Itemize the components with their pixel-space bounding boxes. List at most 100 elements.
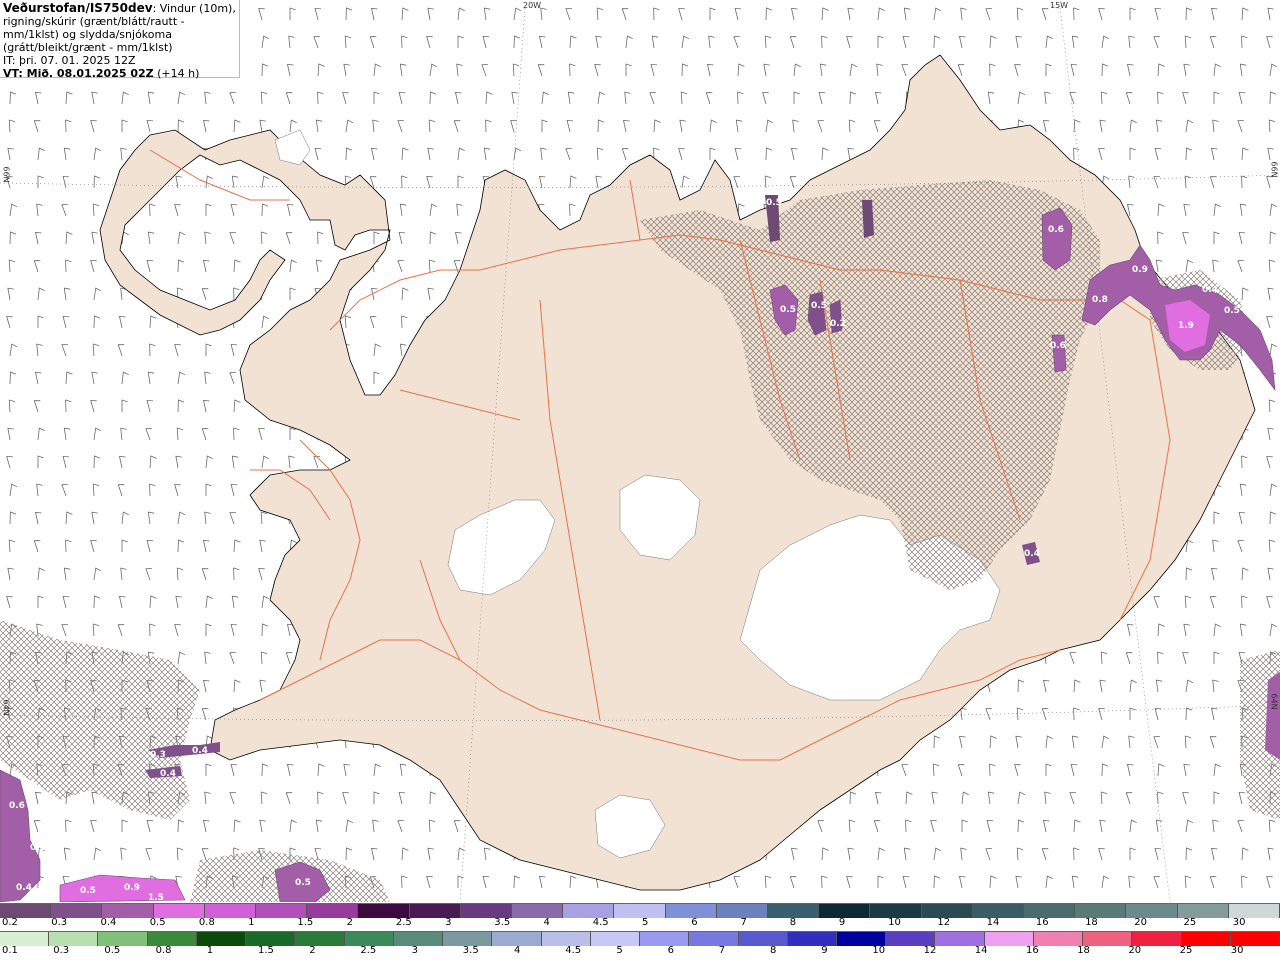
scale-label: 0.4	[100, 917, 117, 928]
precip-blob-north-5	[862, 200, 874, 238]
scale-cell	[1228, 904, 1280, 918]
latitude-label: 66N	[1, 166, 11, 183]
precip-label: 0.5	[1224, 306, 1240, 316]
valid-time-offset: (+14 h)	[153, 67, 200, 80]
scale-cell	[393, 932, 444, 946]
scale-cell	[787, 932, 837, 946]
precip-label: 0.4	[160, 769, 176, 779]
scale-label: 16	[1026, 945, 1039, 956]
scale-cell	[1024, 904, 1076, 918]
latitude-label: 64N	[1269, 693, 1279, 710]
scale-label: 10	[888, 917, 901, 928]
scale-cell	[358, 904, 410, 918]
scale-label: 0.2	[2, 917, 18, 928]
scale-cell	[295, 932, 345, 946]
longitude-label: 20W	[523, 1, 542, 10]
scale-label: 30	[1232, 917, 1246, 928]
scale-cell	[492, 932, 542, 946]
scale-cell	[307, 904, 359, 918]
scale-cell	[1075, 904, 1127, 918]
scale-label: 25	[1183, 917, 1197, 928]
scale-cell	[49, 932, 99, 946]
scale-label: 8	[770, 945, 777, 956]
precip-label: 0.2	[830, 319, 846, 329]
scale-cell	[204, 904, 257, 918]
scale-label: 18	[1085, 917, 1098, 928]
latitude-label: 66N	[1269, 161, 1279, 178]
precip-label: 0.5	[295, 878, 311, 888]
scale-cell	[665, 904, 717, 918]
issue-time: IT: þri. 07. 01. 2025 12Z	[3, 54, 136, 67]
precip-label: 0.5	[80, 886, 96, 896]
scale-label: 6	[667, 945, 674, 956]
scale-cell	[1177, 904, 1229, 918]
scale-label: 5	[616, 945, 623, 956]
scale-cell	[102, 904, 154, 918]
scale-label: 0.8	[198, 917, 215, 928]
precip-label: 0.5	[30, 843, 46, 853]
scale-label: 4	[514, 945, 521, 956]
scale-cell	[1083, 932, 1133, 946]
precip-label: 0.6	[1050, 341, 1066, 351]
scale-label: 0.8	[155, 945, 172, 956]
scale-label: 0.3	[53, 945, 70, 956]
precip-label: 0.6	[9, 801, 25, 811]
scale-label: 2.5	[360, 945, 377, 956]
precip-label: 0.6	[1048, 225, 1064, 235]
latitude-label: 64N	[1, 699, 11, 716]
valid-time: VT: Mið. 08.01.2025 02Z	[3, 67, 154, 80]
scale-label: 12	[937, 917, 951, 928]
scale-label: 14	[974, 945, 988, 956]
scale-cell	[716, 904, 769, 918]
scale-label: 14	[986, 917, 1000, 928]
precip-label: 0.9	[1132, 265, 1148, 275]
longitude-label: 15W	[1050, 1, 1069, 10]
scale-label: 3.5	[462, 945, 479, 956]
precip-label: 1.9	[1178, 321, 1194, 331]
scale-cell	[738, 932, 788, 946]
scale-cell	[460, 904, 513, 918]
scale-label: 1	[206, 945, 214, 956]
precip-label: 0.9	[124, 883, 140, 893]
precip-label: 0.8	[1092, 295, 1108, 305]
scale-label: 3	[411, 945, 418, 956]
precip-label: 0.5	[780, 305, 796, 315]
scale-label: 4	[543, 917, 550, 928]
scale-label: 18	[1077, 945, 1090, 956]
weather-map: 0.5 0.5 0.5 0.6 0.9 0.8 1.9 0.4 0.5 0.6 …	[0, 0, 1280, 902]
scale-cell	[1181, 932, 1231, 946]
scale-cell	[886, 932, 936, 946]
scale-cell	[1033, 932, 1084, 946]
scale-label: 9	[821, 945, 828, 956]
rain-scale-labels: 0.1 0.3 0.5 0.8 1 1.5 2 2.5 3 3.5 4 4.5 5 6 7 8 9 10 12 14 1…	[0, 945, 1280, 959]
scale-label: 10	[872, 945, 886, 956]
precip-label: 0.4	[192, 746, 208, 756]
rain-color-scale	[0, 931, 1280, 946]
scale-label: 16	[1035, 917, 1049, 928]
scale-label: 5	[642, 917, 649, 928]
snow-color-scale	[0, 903, 1280, 918]
precip-label: 0.4	[1202, 285, 1218, 295]
scale-label: 0.3	[51, 917, 68, 928]
scale-cell	[541, 932, 591, 946]
scale-label: 3.5	[494, 917, 511, 928]
precip-label: 0.4	[1024, 549, 1040, 559]
scale-label: 8	[789, 917, 797, 928]
scale-label: 6	[691, 917, 698, 928]
scale-label: 7	[718, 945, 726, 956]
scale-cell	[0, 904, 52, 918]
scale-cell	[590, 932, 641, 946]
scale-cell	[1126, 904, 1178, 918]
scale-cell	[196, 932, 247, 946]
scale-cell	[51, 904, 103, 918]
scale-cell	[870, 904, 922, 918]
precip-label: 0.5	[766, 198, 782, 208]
scale-label: 4.5	[592, 917, 609, 928]
precip-label: 0.5	[811, 301, 827, 311]
map-header: Veðurstofan/IS750dev: Vindur (10m), rign…	[0, 0, 240, 80]
scale-cell	[256, 904, 308, 918]
scale-cell	[98, 932, 148, 946]
scale-label: 2.5	[395, 917, 412, 928]
scale-label: 25	[1179, 945, 1193, 956]
precip-label: 1.5	[148, 893, 164, 902]
